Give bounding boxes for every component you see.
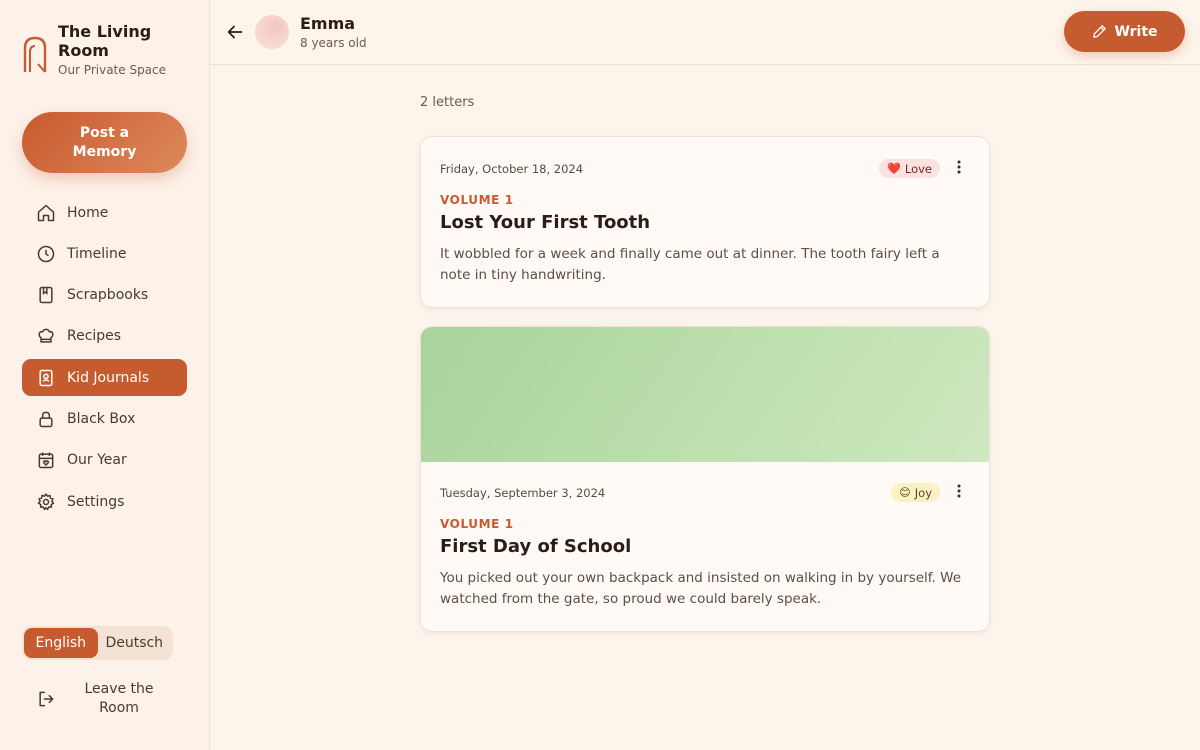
letter-volume: VOLUME 1: [440, 193, 514, 207]
leave-room-button[interactable]: Leave the Room: [36, 680, 169, 718]
letter-card[interactable]: Friday, October 18, 2024 ❤️ Love VOLUME …: [420, 136, 990, 308]
gear-icon: [36, 492, 56, 512]
arch-logo-icon: [23, 36, 47, 73]
letter-date: Tuesday, September 3, 2024: [440, 486, 606, 500]
letter-excerpt: You picked out your own backpack and ins…: [440, 570, 961, 607]
sidebar: The Living Room Our Private Space Post a…: [0, 0, 210, 750]
sidebar-item-label: Home: [67, 204, 109, 221]
pencil-icon: [1091, 23, 1108, 40]
sidebar-item-label: Our Year: [67, 452, 127, 469]
write-label: Write: [1114, 23, 1158, 40]
post-memory-label: Post a Memory: [72, 124, 137, 160]
home-icon: [36, 203, 56, 223]
app-title: The Living Room: [58, 22, 152, 60]
sidebar-item-label: Recipes: [67, 328, 122, 345]
letter-card[interactable]: Tuesday, September 3, 2024 😊 Joy VOLUME …: [420, 326, 990, 632]
child-age: 8 years old: [300, 36, 367, 50]
leave-room-label: Leave the Room: [84, 681, 154, 716]
sidebar-item-scrapbooks[interactable]: Scrapbooks: [22, 277, 187, 314]
sidebar-item-recipes[interactable]: Recipes: [22, 318, 187, 355]
lock-icon: [36, 409, 56, 429]
chef-hat-icon: [36, 326, 56, 346]
letter-volume: VOLUME 1: [440, 517, 514, 531]
letter-title: Lost Your First Tooth: [440, 212, 651, 233]
heart-icon: ❤️: [887, 162, 901, 175]
mood-badge: ❤️ Love: [879, 159, 940, 178]
mood-label: Love: [904, 161, 932, 176]
sidebar-item-kid-journals[interactable]: Kid Journals: [22, 359, 187, 397]
mood-label: Joy: [914, 485, 932, 500]
clock-icon: [36, 244, 56, 264]
sidebar-nav: Home Timeline Scrapbooks Recipes Kid Jou…: [22, 194, 187, 524]
letter-excerpt: It wobbled for a week and finally came o…: [440, 246, 940, 283]
journal-icon: [36, 368, 56, 388]
book-icon: [36, 285, 56, 305]
sidebar-item-label: Kid Journals: [67, 369, 150, 386]
app: The Living Room Our Private Space Post a…: [0, 0, 1200, 750]
sidebar-item-label: Black Box: [67, 410, 136, 427]
letter-count: 2 letters: [420, 95, 475, 110]
avatar: [255, 15, 289, 49]
write-button[interactable]: Write: [1064, 11, 1185, 52]
smile-icon: 😊: [899, 486, 911, 499]
sidebar-item-timeline[interactable]: Timeline: [22, 235, 187, 272]
more-vertical-icon[interactable]: [951, 483, 967, 499]
language-option-english[interactable]: English: [24, 628, 98, 658]
sidebar-item-label: Scrapbooks: [67, 287, 149, 304]
sidebar-item-our-year[interactable]: Our Year: [22, 442, 187, 479]
post-memory-button[interactable]: Post a Memory: [22, 112, 187, 173]
child-name: Emma: [300, 14, 356, 33]
mood-badge: 😊 Joy: [891, 483, 940, 502]
sidebar-item-label: Settings: [67, 493, 125, 510]
letter-cover-image: [421, 327, 989, 462]
sidebar-item-home[interactable]: Home: [22, 194, 187, 231]
letter-date: Friday, October 18, 2024: [440, 162, 584, 176]
brand[interactable]: The Living Room Our Private Space: [22, 22, 168, 77]
calendar-heart-icon: [36, 450, 56, 470]
header: Emma 8 years old Write: [210, 0, 1200, 65]
back-arrow-icon[interactable]: [224, 21, 246, 43]
sidebar-item-black-box[interactable]: Black Box: [22, 400, 187, 437]
language-option-deutsch[interactable]: Deutsch: [98, 628, 172, 658]
sidebar-item-settings[interactable]: Settings: [22, 483, 187, 520]
sidebar-item-label: Timeline: [67, 245, 127, 262]
logout-icon: [36, 689, 56, 709]
language-switcher: English Deutsch: [22, 626, 173, 660]
letter-title: First Day of School: [440, 536, 632, 557]
more-vertical-icon[interactable]: [951, 159, 967, 175]
app-subtitle: Our Private Space: [58, 63, 167, 77]
